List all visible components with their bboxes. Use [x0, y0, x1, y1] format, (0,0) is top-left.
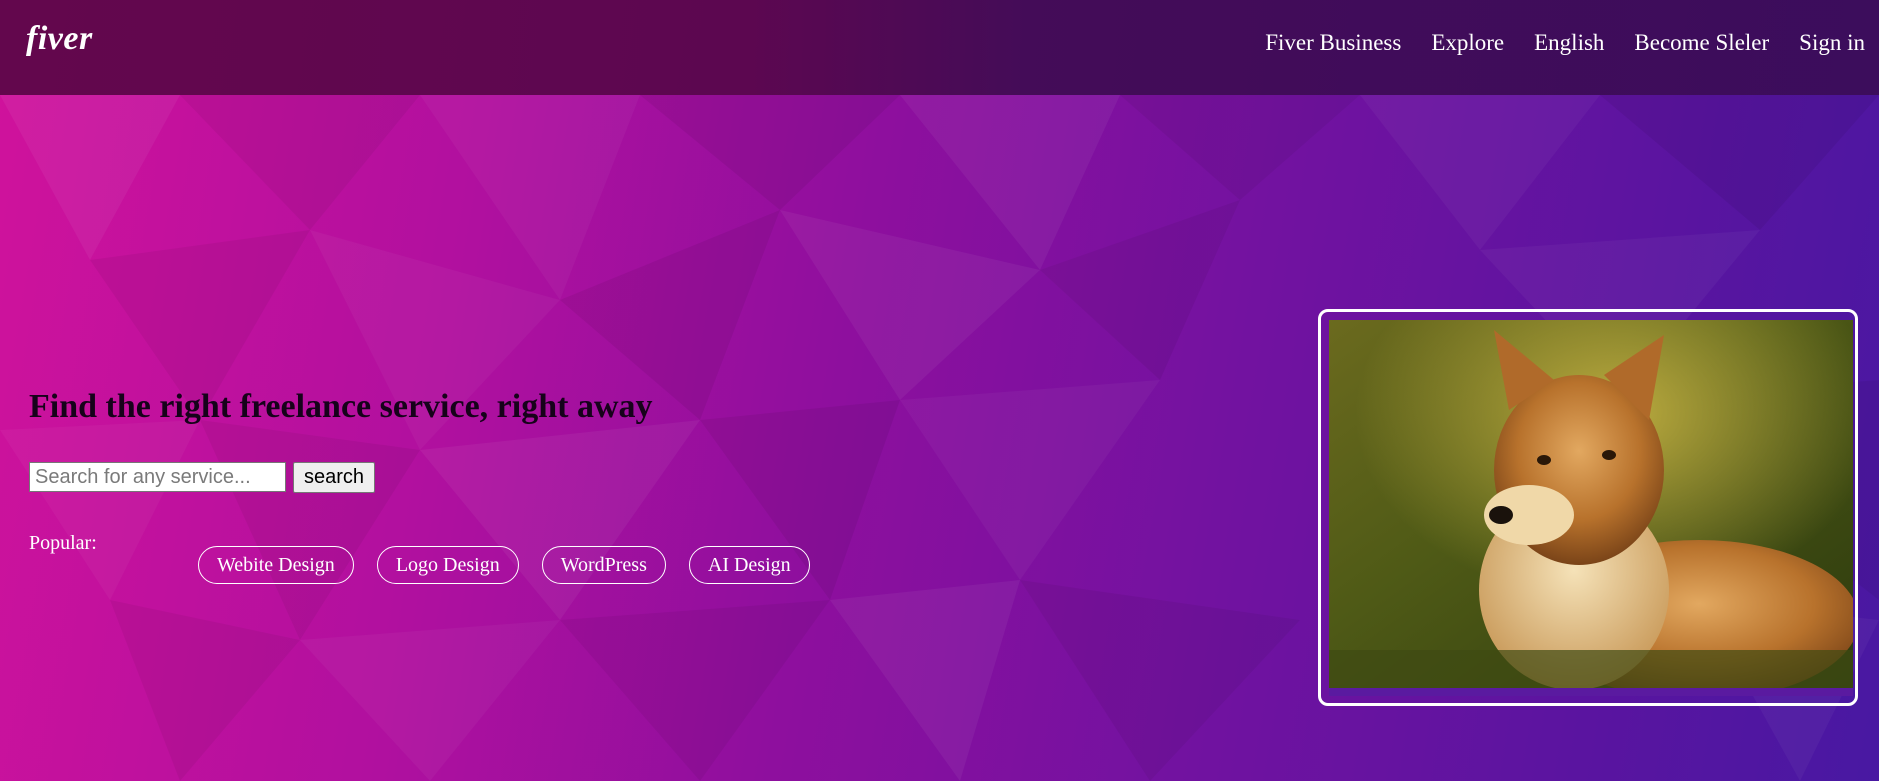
nav-become-seller[interactable]: Become Sleler [1634, 30, 1769, 55]
tag-logo-design[interactable]: Logo Design [376, 546, 519, 584]
hero-section: Find the right freelance service, right … [29, 388, 653, 426]
top-navbar: fiver Fiver Business Explore English Bec… [0, 0, 1879, 95]
tag-ai-design[interactable]: AI Design [688, 546, 810, 584]
popular-label: Popular: [29, 532, 97, 554]
search-bar: search [29, 462, 376, 493]
search-input[interactable] [29, 462, 286, 492]
hero-heading: Find the right freelance service, right … [29, 388, 653, 425]
tag-website-design[interactable]: Webite Design [198, 546, 354, 584]
nav-fiver-business[interactable]: Fiver Business [1265, 30, 1401, 55]
hero-image-frame [1318, 309, 1858, 706]
brand-logo[interactable]: fiver [26, 20, 93, 58]
nav-links: Fiver Business Explore English Become Sl… [1265, 30, 1865, 56]
nav-sign-in[interactable]: Sign in [1799, 30, 1865, 55]
popular-tags: Webite Design Logo Design WordPress AI D… [198, 546, 810, 584]
nav-explore[interactable]: Explore [1431, 30, 1504, 55]
tag-wordpress[interactable]: WordPress [541, 546, 666, 584]
dog-photo [1329, 320, 1853, 696]
search-button[interactable]: search [293, 462, 376, 493]
nav-language[interactable]: English [1534, 30, 1604, 55]
